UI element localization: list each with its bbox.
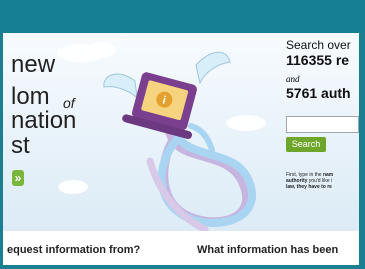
cloud-icon xyxy=(86,42,116,58)
bottom-questions: equest information from? What informatio… xyxy=(3,231,359,265)
cloud-icon xyxy=(58,180,88,194)
bottom-frame xyxy=(0,265,365,269)
help-text-4: law, they have to re xyxy=(286,184,332,190)
chevron-right-icon[interactable]: » xyxy=(12,170,24,186)
authorities-count: 5761 auth xyxy=(286,85,351,101)
hero-title-line-3: nation xyxy=(11,107,77,134)
top-bar xyxy=(0,0,365,33)
search-help: First, type in the nam authority you'd l… xyxy=(286,172,359,190)
search-label: Search over xyxy=(286,38,351,52)
hero-title-line-4: st xyxy=(11,132,30,159)
question-left: equest information from? xyxy=(7,244,141,256)
hero-title-line-2: lom xyxy=(11,83,50,110)
search-summary: Search over 116355 re and 5761 auth xyxy=(286,39,359,102)
question-right: What information has been xyxy=(197,244,339,256)
hero-title-line-1: new xyxy=(11,51,56,78)
search-input[interactable] xyxy=(286,116,359,133)
right-frame xyxy=(359,33,365,269)
and-text: and xyxy=(286,74,300,84)
search-button[interactable]: Search xyxy=(286,137,326,152)
requests-count: 116355 re xyxy=(286,52,350,68)
cloud-icon xyxy=(226,115,266,131)
